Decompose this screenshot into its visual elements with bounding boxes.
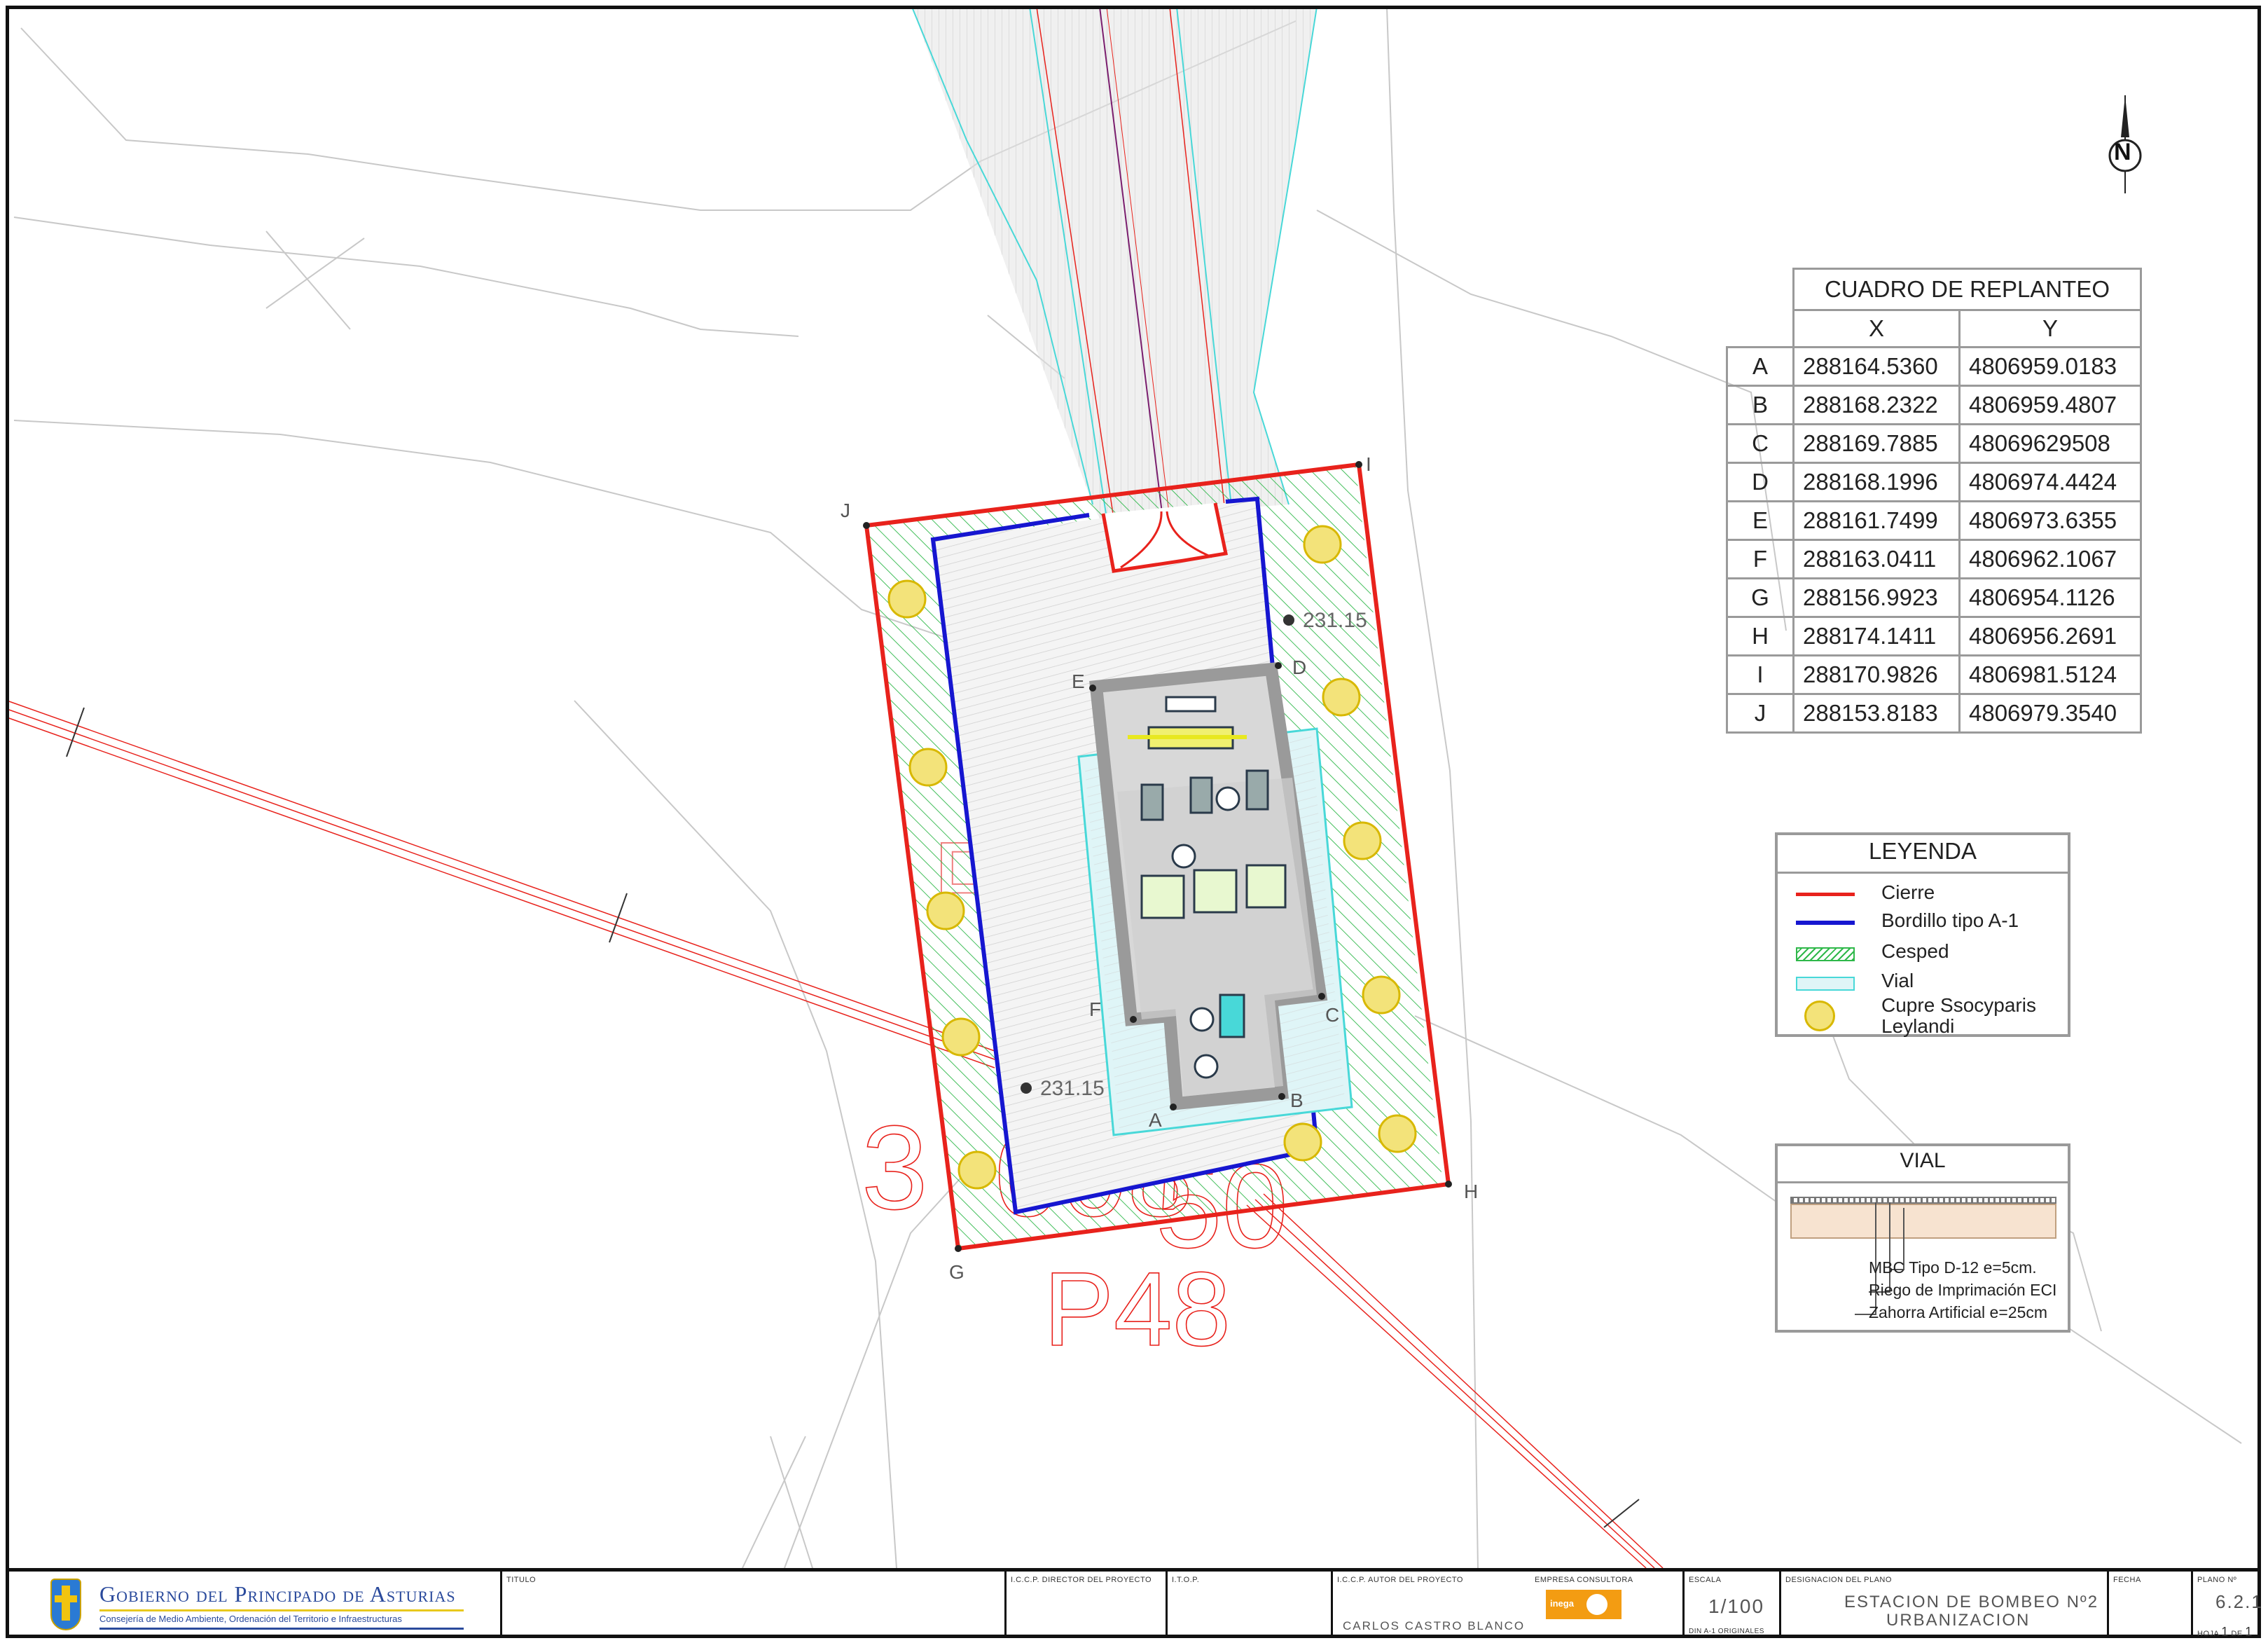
legend-item-bordillo: Bordillo tipo A-1 [1778, 909, 2068, 937]
vial-fill-icon [1796, 977, 1855, 991]
title-block: Gobierno del Principado de Asturias Cons… [6, 1568, 2262, 1639]
inega-logo: inega [1546, 1590, 1622, 1619]
table-row: J 288153.8183 4806979.3540 [1726, 693, 2142, 734]
org-subtitle: Consejería de Medio Ambiente, Ordenación… [99, 1614, 402, 1624]
titleblock-autor: I.C.C.P. AUTOR DEL PROYECTO EMPRESA CONS… [1331, 1572, 1682, 1638]
cierre-line-icon [1796, 893, 1855, 896]
legend-item-cesped: Cesped [1778, 940, 2068, 968]
replanteo-col-y: Y [1958, 309, 2142, 348]
drawing-frame [6, 6, 2261, 1638]
plano-number: 6.2.1 [2215, 1591, 2263, 1612]
vial-layer-2: Riego de Imprimación ECI [1869, 1281, 2057, 1299]
vial-section-box: VIAL MBC Tipo D-12 e=5cm. Riego de Impri… [1775, 1143, 2070, 1333]
table-row: I 288170.9826 4806981.5124 [1726, 654, 2142, 695]
asturias-shield-icon [50, 1579, 81, 1630]
titleblock-designacion: DESIGNACION DEL PLANO ESTACION DE BOMBEO… [1779, 1572, 2107, 1638]
legend-box: LEYENDA Cierre Bordillo tipo A-1 Cesped … [1775, 832, 2070, 1037]
table-row: E 288161.7499 4806973.6355 [1726, 500, 2142, 541]
replanteo-table: CUADRO DE REPLANTEO X Y A 288164.5360 4806… [1726, 268, 2142, 734]
autor-name: CARLOS CASTRO BLANCO [1343, 1619, 1526, 1632]
cesped-hatch-icon [1796, 947, 1855, 961]
titleblock-escala: ESCALA 1/100 DIN A-1 ORIGINALES [1682, 1572, 1779, 1638]
bordillo-line-icon [1796, 921, 1855, 925]
titleblock-plano: PLANO Nº 6.2.1 HOJA 1 DE 1 [2191, 1572, 2262, 1639]
legend-title: LEYENDA [1868, 838, 1977, 864]
tree-icon [1804, 1001, 1835, 1031]
table-row: G 288156.9923 4806954.1126 [1726, 577, 2142, 618]
escala-value: 1/100 [1708, 1595, 1765, 1617]
replanteo-col-x: X [1792, 309, 1961, 348]
table-row: F 288163.0411 4806962.1067 [1726, 539, 2142, 579]
north-label: N [2114, 139, 2131, 165]
titleblock-director: I.C.C.P. DIRECTOR DEL PROYECTO [1004, 1572, 1166, 1638]
legend-item-cierre: Cierre [1778, 881, 2068, 909]
table-row: C 288169.7885 48069629508 [1726, 423, 2142, 464]
vial-layer-3: Zahorra Artificial e=25cm [1869, 1303, 2048, 1321]
table-row: H 288174.1411 4806956.2691 [1726, 616, 2142, 656]
titleblock-org: Gobierno del Principado de Asturias Cons… [6, 1572, 500, 1638]
table-row: B 288168.2322 4806959.4807 [1726, 385, 2142, 425]
titleblock-titulo: TITULO [500, 1572, 1004, 1638]
sun-icon [1586, 1594, 1607, 1615]
legend-item-tree: Cupre Ssocyparis Leylandi [1778, 995, 2068, 1037]
titleblock-fecha: FECHA [2107, 1572, 2191, 1638]
replanteo-title: CUADRO DE REPLANTEO [1792, 268, 2142, 311]
table-row: A 288164.5360 4806959.0183 [1726, 346, 2142, 387]
vial-layer-1: MBC Tipo D-12 e=5cm. [1869, 1258, 2037, 1277]
table-row: D 288168.1996 4806974.4424 [1726, 462, 2142, 502]
designacion-line-1: ESTACION DE BOMBEO Nº2 [1844, 1593, 2099, 1611]
legend-item-vial: Vial [1778, 970, 2068, 998]
org-name: Gobierno del Principado de Asturias [99, 1581, 456, 1607]
designacion-line-2: URBANIZACION [1886, 1611, 2031, 1630]
titleblock-itop: I.T.O.P. [1166, 1572, 1331, 1638]
north-arrow: N [2104, 95, 2146, 193]
